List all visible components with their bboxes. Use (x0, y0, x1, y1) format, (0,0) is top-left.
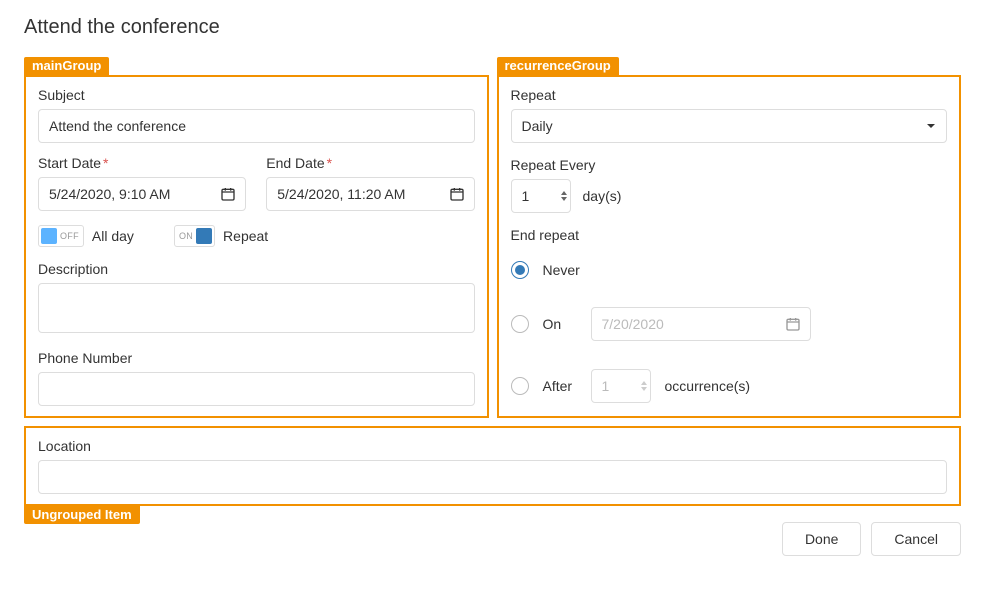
description-input[interactable] (38, 283, 475, 333)
recurrence-group: recurrenceGroup Repeat Daily Repeat Ever… (497, 75, 962, 418)
end-date-input[interactable] (266, 177, 474, 211)
dialog-footer: Done Cancel (24, 506, 961, 556)
end-repeat-after-radio[interactable] (511, 377, 529, 395)
switch-knob (41, 228, 57, 244)
end-date-label: End Date* (266, 155, 474, 171)
chevron-down-icon[interactable] (561, 197, 567, 201)
repeat-type-select[interactable]: Daily (511, 109, 948, 143)
repeat-type-label: Repeat (511, 87, 948, 103)
spinner (641, 381, 647, 391)
end-repeat-after-suffix: occurrence(s) (665, 378, 751, 394)
repeat-every-suffix: day(s) (583, 188, 622, 204)
main-group: mainGroup Subject Start Date* (24, 75, 489, 418)
end-repeat-on-radio[interactable] (511, 315, 529, 333)
subject-label: Subject (38, 87, 475, 103)
end-repeat-on-label: On (543, 316, 577, 332)
description-label: Description (38, 261, 475, 277)
subject-input[interactable] (38, 109, 475, 143)
end-repeat-on-date[interactable] (591, 307, 811, 341)
chevron-up-icon[interactable] (561, 191, 567, 195)
end-repeat-after-label: After (543, 378, 577, 394)
required-star: * (103, 155, 108, 171)
switch-knob (196, 228, 212, 244)
all-day-label: All day (92, 228, 134, 244)
all-day-switch[interactable]: OFF (38, 225, 84, 247)
cancel-button[interactable]: Cancel (871, 522, 961, 556)
end-repeat-label: End repeat (511, 227, 948, 243)
recurrence-group-tag: recurrenceGroup (497, 57, 619, 75)
chevron-up-icon[interactable] (641, 381, 647, 385)
ungrouped-item: Location Ungrouped Item (24, 426, 961, 506)
end-repeat-never-label: Never (543, 262, 580, 278)
start-date-input[interactable] (38, 177, 246, 211)
appointment-dialog: Attend the conference mainGroup Subject … (0, 0, 985, 572)
chevron-down-icon[interactable] (641, 387, 647, 391)
location-input[interactable] (38, 460, 947, 494)
repeat-every-label: Repeat Every (511, 157, 948, 173)
repeat-switch[interactable]: ON (174, 225, 215, 247)
main-group-tag: mainGroup (24, 57, 109, 75)
phone-input[interactable] (38, 372, 475, 406)
spinner (561, 191, 567, 201)
location-label: Location (38, 438, 947, 454)
dialog-title: Attend the conference (24, 16, 961, 39)
required-star: * (327, 155, 332, 171)
groups-row: mainGroup Subject Start Date* (24, 55, 961, 418)
phone-label: Phone Number (38, 350, 475, 366)
end-repeat-never-radio[interactable] (511, 261, 529, 279)
ungrouped-tag: Ungrouped Item (24, 506, 140, 524)
repeat-label: Repeat (223, 228, 268, 244)
done-button[interactable]: Done (782, 522, 861, 556)
start-date-label: Start Date* (38, 155, 246, 171)
